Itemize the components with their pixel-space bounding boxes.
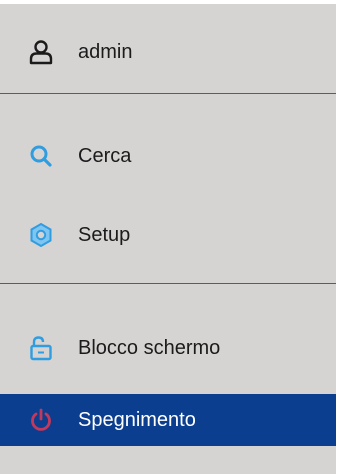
menu-item-spegnimento-label: Spegnimento [78,408,196,431]
power-icon [28,407,54,433]
menu-item-setup-label: Setup [78,223,131,246]
menu-item-cerca-label: Cerca [78,144,132,167]
menu-item-setup[interactable]: Setup [0,209,336,261]
user-icon [28,39,54,65]
gear-icon [28,222,54,248]
menu-item-spegnimento[interactable]: Spegnimento [0,394,336,446]
menu-item-user[interactable]: admin [0,26,336,78]
window-frame-right [336,0,340,474]
menu-separator [0,93,336,94]
menu-item-blocco-schermo[interactable]: Blocco schermo [0,322,336,374]
context-menu: admin Cerca Setup Blocco schermo Spegnim… [0,4,336,474]
lock-icon [28,335,54,361]
search-icon [28,143,54,169]
menu-item-user-label: admin [78,40,133,63]
menu-item-cerca[interactable]: Cerca [0,130,336,182]
menu-separator [0,283,336,284]
menu-item-blocco-schermo-label: Blocco schermo [78,336,221,359]
